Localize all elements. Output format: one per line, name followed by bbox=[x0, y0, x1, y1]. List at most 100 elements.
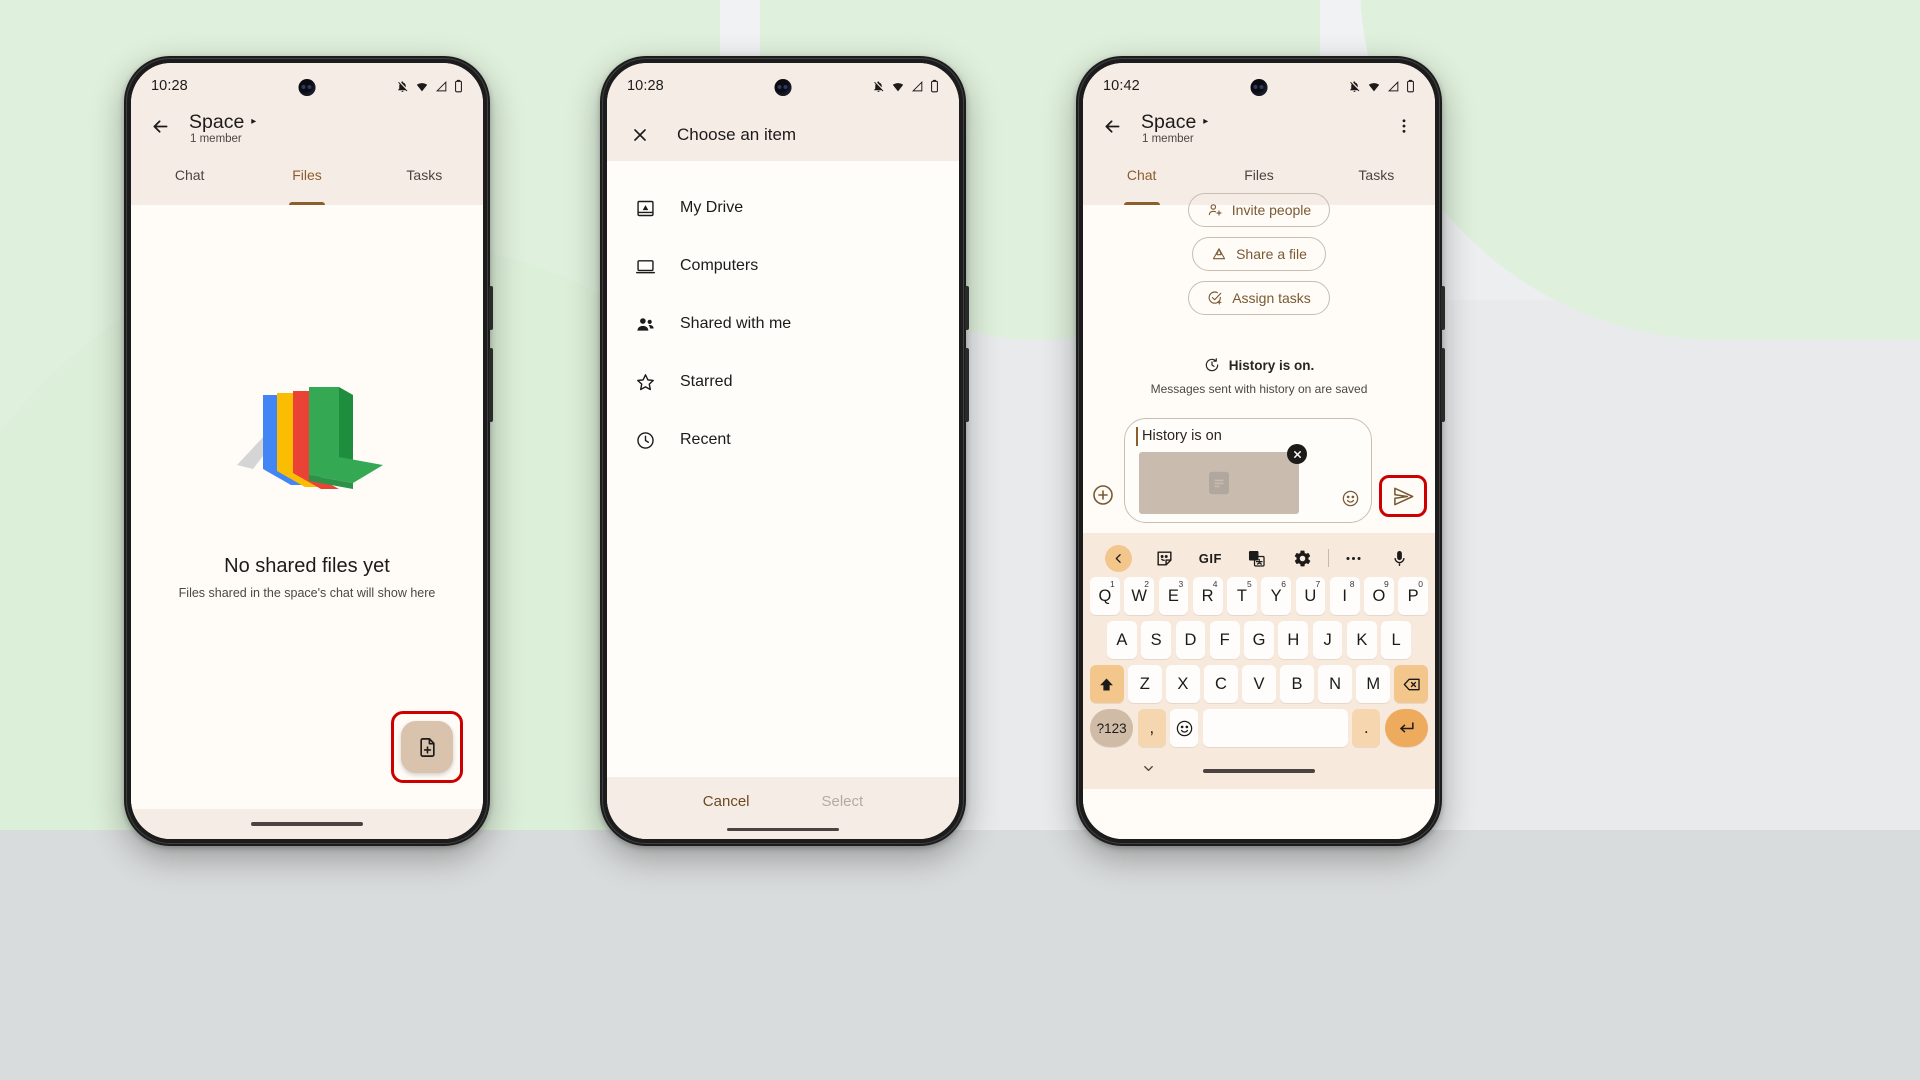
key-e[interactable]: 3E bbox=[1158, 577, 1189, 615]
key-c[interactable]: C bbox=[1204, 665, 1238, 703]
back-arrow-icon[interactable] bbox=[1097, 111, 1127, 141]
translate-icon[interactable]: G bbox=[1233, 549, 1279, 568]
list-item-my-drive[interactable]: My Drive bbox=[607, 179, 959, 237]
tab-label: Tasks bbox=[406, 167, 443, 183]
key-v[interactable]: V bbox=[1242, 665, 1276, 703]
key-o[interactable]: 9O bbox=[1364, 577, 1394, 615]
phone2-side-button-volume[interactable] bbox=[965, 348, 969, 422]
more-horizontal-icon[interactable] bbox=[1331, 549, 1377, 568]
backspace-key[interactable] bbox=[1394, 665, 1429, 703]
key-r[interactable]: 4R bbox=[1192, 577, 1223, 615]
key-label: L bbox=[1391, 630, 1401, 649]
back-arrow-icon[interactable] bbox=[145, 111, 175, 141]
key-l[interactable]: L bbox=[1381, 621, 1412, 659]
key-n[interactable]: N bbox=[1318, 665, 1352, 703]
sticker-icon[interactable] bbox=[1141, 549, 1187, 568]
chip-share-a-file[interactable]: Share a file bbox=[1192, 237, 1326, 271]
home-indicator[interactable] bbox=[727, 827, 839, 831]
key-x[interactable]: X bbox=[1166, 665, 1200, 703]
battery-icon bbox=[931, 79, 938, 93]
key-i[interactable]: 8I bbox=[1329, 577, 1360, 615]
key-g[interactable]: G bbox=[1244, 621, 1274, 659]
key-label: W bbox=[1131, 586, 1147, 605]
tab-tasks[interactable]: Tasks bbox=[1318, 165, 1435, 205]
list-item-label: Recent bbox=[680, 431, 731, 448]
key-num: 7 bbox=[1315, 579, 1321, 589]
tab-tasks[interactable]: Tasks bbox=[366, 165, 483, 205]
phone3-side-button-volume[interactable] bbox=[1441, 348, 1445, 422]
more-vert-icon[interactable] bbox=[1389, 111, 1419, 141]
task-add-icon bbox=[1208, 291, 1222, 305]
key-y[interactable]: 6Y bbox=[1261, 577, 1291, 615]
remove-attachment-button[interactable] bbox=[1287, 444, 1307, 464]
send-button[interactable] bbox=[1385, 481, 1421, 511]
attachment-thumbnail[interactable] bbox=[1139, 444, 1307, 514]
phone-1-files-empty: 10:28 Space ▸ 1 member Chat Files Tasks … bbox=[124, 56, 493, 846]
key-w[interactable]: 2W bbox=[1124, 577, 1154, 615]
key-d[interactable]: D bbox=[1175, 621, 1206, 659]
chip-invite-people[interactable]: Invite people bbox=[1187, 193, 1331, 227]
app-bar-titles[interactable]: Space ▸ 1 member bbox=[1141, 111, 1375, 146]
add-file-icon bbox=[419, 737, 435, 757]
key-t[interactable]: 5T bbox=[1227, 577, 1257, 615]
key-a[interactable]: A bbox=[1106, 621, 1137, 659]
phone2-side-button-power[interactable] bbox=[965, 286, 969, 330]
home-indicator[interactable] bbox=[1203, 769, 1315, 773]
key-f[interactable]: F bbox=[1209, 621, 1240, 659]
space-key[interactable] bbox=[1202, 709, 1348, 747]
comma-key[interactable]: , bbox=[1137, 709, 1166, 747]
list-item-starred[interactable]: Starred bbox=[607, 353, 959, 411]
keyboard-toolbar: GIF G bbox=[1087, 539, 1431, 577]
phone3-side-button-power[interactable] bbox=[1441, 286, 1445, 330]
key-label: V bbox=[1253, 674, 1265, 693]
add-circle-icon[interactable] bbox=[1091, 483, 1117, 509]
key-u[interactable]: 7U bbox=[1295, 577, 1326, 615]
phone1-side-button-power[interactable] bbox=[489, 286, 493, 330]
enter-key[interactable] bbox=[1384, 709, 1429, 747]
status-icons bbox=[1348, 79, 1415, 93]
add-file-fab[interactable] bbox=[401, 721, 453, 773]
key-z[interactable]: Z bbox=[1128, 665, 1162, 703]
tab-files[interactable]: Files bbox=[248, 165, 365, 205]
list-item-computers[interactable]: Computers bbox=[607, 237, 959, 295]
key-p[interactable]: 0P bbox=[1398, 577, 1428, 615]
key-label: N bbox=[1329, 674, 1342, 693]
phone1-side-button-volume[interactable] bbox=[489, 348, 493, 422]
chevron-right-icon: ▸ bbox=[251, 116, 257, 128]
mic-icon[interactable] bbox=[1377, 549, 1423, 568]
symbols-key[interactable]: ?123 bbox=[1090, 709, 1134, 747]
cancel-button[interactable]: Cancel bbox=[703, 793, 750, 810]
list-item-shared-with-me[interactable]: Shared with me bbox=[607, 295, 959, 353]
select-button[interactable]: Select bbox=[822, 793, 864, 810]
period-key[interactable]: . bbox=[1352, 709, 1381, 747]
drive-icon bbox=[637, 200, 654, 216]
key-num: 8 bbox=[1349, 579, 1355, 589]
key-num: 4 bbox=[1212, 579, 1218, 589]
gear-icon[interactable] bbox=[1280, 549, 1326, 568]
shift-key[interactable] bbox=[1089, 665, 1124, 703]
key-q[interactable]: 1Q bbox=[1090, 577, 1120, 615]
notifications-off-icon bbox=[398, 80, 408, 92]
tab-chat[interactable]: Chat bbox=[131, 165, 248, 205]
list-item-recent[interactable]: Recent bbox=[607, 411, 959, 469]
emoji-icon[interactable] bbox=[1341, 489, 1360, 513]
app-bar-titles[interactable]: Space ▸ 1 member bbox=[189, 111, 467, 146]
key-h[interactable]: H bbox=[1278, 621, 1309, 659]
compose-text[interactable]: History is on bbox=[1136, 427, 1359, 446]
phone-2-choose-item: 10:28 Choose an item My Drive Computers … bbox=[600, 56, 969, 846]
chevron-down-icon[interactable] bbox=[1141, 761, 1156, 781]
keyboard-back-button[interactable] bbox=[1095, 544, 1141, 572]
key-s[interactable]: S bbox=[1141, 621, 1172, 659]
chip-assign-tasks[interactable]: Assign tasks bbox=[1188, 281, 1330, 315]
close-icon[interactable] bbox=[625, 120, 655, 150]
keyboard-row-1: 1Q 2W 3E 4R 5T 6Y 7U 8I 9O 0P bbox=[1087, 577, 1431, 615]
key-m[interactable]: M bbox=[1356, 665, 1390, 703]
gif-button[interactable]: GIF bbox=[1187, 551, 1233, 566]
key-b[interactable]: B bbox=[1280, 665, 1314, 703]
key-k[interactable]: K bbox=[1346, 621, 1377, 659]
home-indicator[interactable] bbox=[251, 822, 363, 826]
emoji-key[interactable] bbox=[1170, 709, 1199, 747]
tab-chat[interactable]: Chat bbox=[1083, 165, 1200, 205]
key-j[interactable]: J bbox=[1312, 621, 1343, 659]
message-compose-box[interactable]: History is on bbox=[1124, 418, 1372, 523]
